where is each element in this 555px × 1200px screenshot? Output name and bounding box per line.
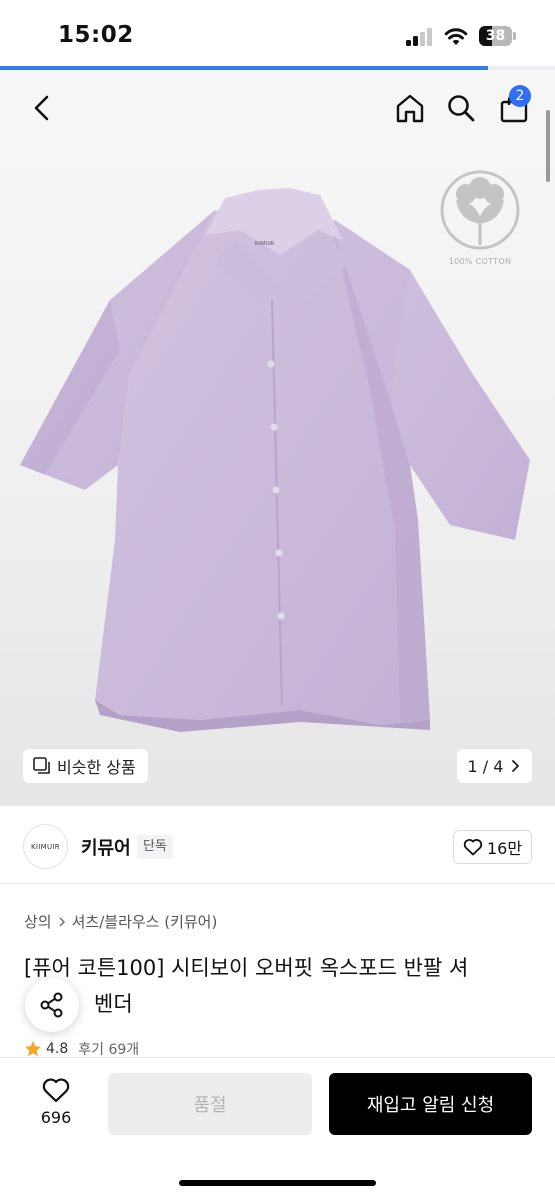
heart-icon bbox=[463, 839, 483, 856]
cellular-signal-icon bbox=[406, 28, 434, 46]
breadcrumb-item[interactable]: 상의 bbox=[24, 911, 52, 932]
star-icon bbox=[25, 1041, 41, 1057]
brand-logo-text: KIIMUIR bbox=[31, 842, 60, 851]
wishlist-count: 696 bbox=[40, 1108, 72, 1127]
rating-row[interactable]: 4.8 후기 69개 bbox=[24, 1039, 139, 1059]
cotton-flower-icon bbox=[440, 170, 520, 250]
wishlist-button[interactable]: 696 bbox=[22, 1076, 90, 1136]
similar-products-label: 비슷한 상품 bbox=[57, 758, 136, 777]
cotton-caption: 100% COTTON bbox=[448, 257, 512, 266]
wifi-icon bbox=[444, 26, 468, 46]
search-button[interactable] bbox=[441, 88, 481, 128]
status-time: 15:02 bbox=[58, 22, 134, 48]
product-title: [퓨어 코튼100] 시티보이 오버핏 옥스포드 반팔 셔 bbox=[24, 956, 469, 980]
product-title-continued: 벤더 bbox=[94, 992, 133, 1016]
scrollbar[interactable] bbox=[546, 110, 550, 182]
share-icon bbox=[40, 992, 63, 1018]
brand-name[interactable]: 키뮤어 bbox=[81, 834, 131, 860]
divider bbox=[0, 883, 555, 884]
status-bar: 15:02 38 bbox=[0, 0, 555, 68]
bottom-action-bar: 696 품절 재입고 알림 신청 bbox=[0, 1057, 555, 1200]
shirt-label-text: KIIMUIR bbox=[255, 241, 275, 247]
brand-logo[interactable]: KIIMUIR bbox=[23, 824, 68, 869]
brand-like-count: 16만 bbox=[486, 839, 523, 858]
battery-level: 38 bbox=[485, 28, 506, 44]
share-button[interactable] bbox=[25, 978, 79, 1032]
home-icon bbox=[396, 94, 424, 123]
brand-like-button[interactable]: 16만 bbox=[453, 830, 532, 864]
soldout-button: 품절 bbox=[108, 1073, 312, 1135]
home-indicator bbox=[179, 1180, 376, 1186]
breadcrumb: 상의 셔츠/블라우스 (키뮤어) bbox=[24, 911, 217, 932]
image-page-counter[interactable]: 1 / 4 bbox=[457, 749, 532, 783]
battery-icon: 38 bbox=[479, 26, 517, 46]
similar-items-icon bbox=[33, 757, 50, 774]
similar-products-button[interactable]: 비슷한 상품 bbox=[23, 749, 148, 783]
brand-row: KIIMUIR 키뮤어 단독 16만 bbox=[0, 806, 555, 886]
chevron-left-icon bbox=[34, 95, 49, 121]
review-count: 후기 69개 bbox=[78, 1042, 140, 1058]
search-icon bbox=[448, 95, 475, 122]
home-button[interactable] bbox=[390, 88, 430, 128]
restock-alert-button[interactable]: 재입고 알림 신청 bbox=[329, 1073, 532, 1135]
page-counter-text: 1 / 4 bbox=[467, 756, 504, 776]
product-shirt-image: KIIMUIR bbox=[20, 170, 530, 732]
chevron-right-icon bbox=[512, 760, 520, 772]
chevron-right-icon bbox=[59, 917, 65, 926]
product-image-carousel[interactable]: KIIMUIR 100% COTTON 비슷한 상품 1 / 4 bbox=[0, 70, 555, 806]
back-button[interactable] bbox=[22, 88, 62, 128]
cart-count-badge: 2 bbox=[509, 85, 531, 107]
breadcrumb-item[interactable]: 셔츠/블라우스 (키뮤어) bbox=[72, 911, 218, 932]
heart-icon bbox=[42, 1078, 70, 1103]
exclusive-tag: 단독 bbox=[137, 835, 173, 859]
rating-value: 4.8 bbox=[46, 1041, 69, 1057]
